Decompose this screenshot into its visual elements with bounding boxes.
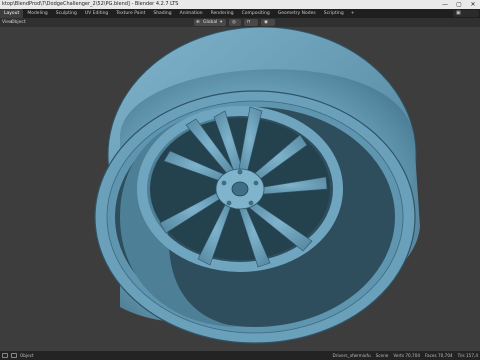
window-title: ktop\BlendProd\7\DodgeChallenger_2\52\PG… xyxy=(2,1,179,7)
tab-compositing[interactable]: Compositing xyxy=(238,9,274,18)
status-stats: Drivers_xfwrmiofu Scene Verts 70,704 Fac… xyxy=(333,351,478,360)
snap-icon: ⊓ xyxy=(247,20,251,25)
scene-selector[interactable]: ▣ xyxy=(453,10,479,17)
status-mode-label: Object xyxy=(20,353,34,358)
snap-toggle[interactable]: ⊓ xyxy=(244,19,258,26)
tab-uv-editing[interactable]: UV Editing xyxy=(81,9,112,18)
window-titlebar: ktop\BlendProd\7\DodgeChallenger_2\52\PG… xyxy=(0,0,480,9)
close-button[interactable]: ✕ xyxy=(466,0,480,9)
tab-rendering[interactable]: Rendering xyxy=(207,9,238,18)
window-controls: — ▢ ✕ xyxy=(438,0,480,9)
transform-orientation-dropdown[interactable]: ⊕ Global ▾ xyxy=(194,19,226,26)
status-collection: Drivers_xfwrmiofu xyxy=(332,353,371,358)
status-scene: Scene xyxy=(375,353,389,358)
status-faces: Faces 70,704 xyxy=(425,353,453,358)
mouse-icon xyxy=(2,353,8,358)
tab-shading[interactable]: Shading xyxy=(149,9,175,18)
pivot-icon: ◎ xyxy=(232,20,236,25)
viewport-header: View Object ⊕ Global ▾ ◎ ⊓ ◉ xyxy=(0,18,480,27)
add-workspace-button[interactable]: + xyxy=(348,9,358,18)
pivot-point-button[interactable]: ◎ xyxy=(229,19,241,26)
minimize-button[interactable]: — xyxy=(438,0,452,9)
workspace-bar: Layout Modeling Sculpting UV Editing Tex… xyxy=(0,9,480,18)
mouse-icon-2 xyxy=(11,353,17,358)
wheel-center-bore xyxy=(231,181,249,197)
object-mode-menu[interactable]: Object xyxy=(11,18,26,27)
tab-animation[interactable]: Animation xyxy=(176,9,207,18)
status-verts: Verts 70,704 xyxy=(393,353,421,358)
tab-geometry-nodes[interactable]: Geometry Nodes xyxy=(274,9,320,18)
tab-texture-paint[interactable]: Texture Paint xyxy=(112,9,149,18)
orientation-icon: ⊕ xyxy=(196,20,200,25)
proportional-editing-icon: ◉ xyxy=(264,20,268,25)
workspace-tabs: Layout Modeling Sculpting UV Editing Tex… xyxy=(0,9,358,18)
chevron-down-icon: ▾ xyxy=(220,20,223,25)
status-tris: Tris 157,4 xyxy=(457,353,478,358)
transform-orientation-label: Global xyxy=(203,20,218,25)
tab-scripting[interactable]: Scripting xyxy=(320,9,348,18)
status-bar: Object Drivers_xfwrmiofu Scene Verts 70,… xyxy=(0,351,480,360)
wheel-render xyxy=(94,27,420,344)
3d-viewport[interactable] xyxy=(0,27,480,351)
tab-layout[interactable]: Layout xyxy=(0,9,24,18)
tab-sculpting[interactable]: Sculpting xyxy=(52,9,81,18)
scene-icon: ▣ xyxy=(456,10,461,16)
proportional-editing-toggle[interactable]: ◉ xyxy=(261,19,275,26)
maximize-button[interactable]: ▢ xyxy=(452,0,466,9)
tab-modeling[interactable]: Modeling xyxy=(23,9,51,18)
status-left: Object xyxy=(2,351,34,360)
